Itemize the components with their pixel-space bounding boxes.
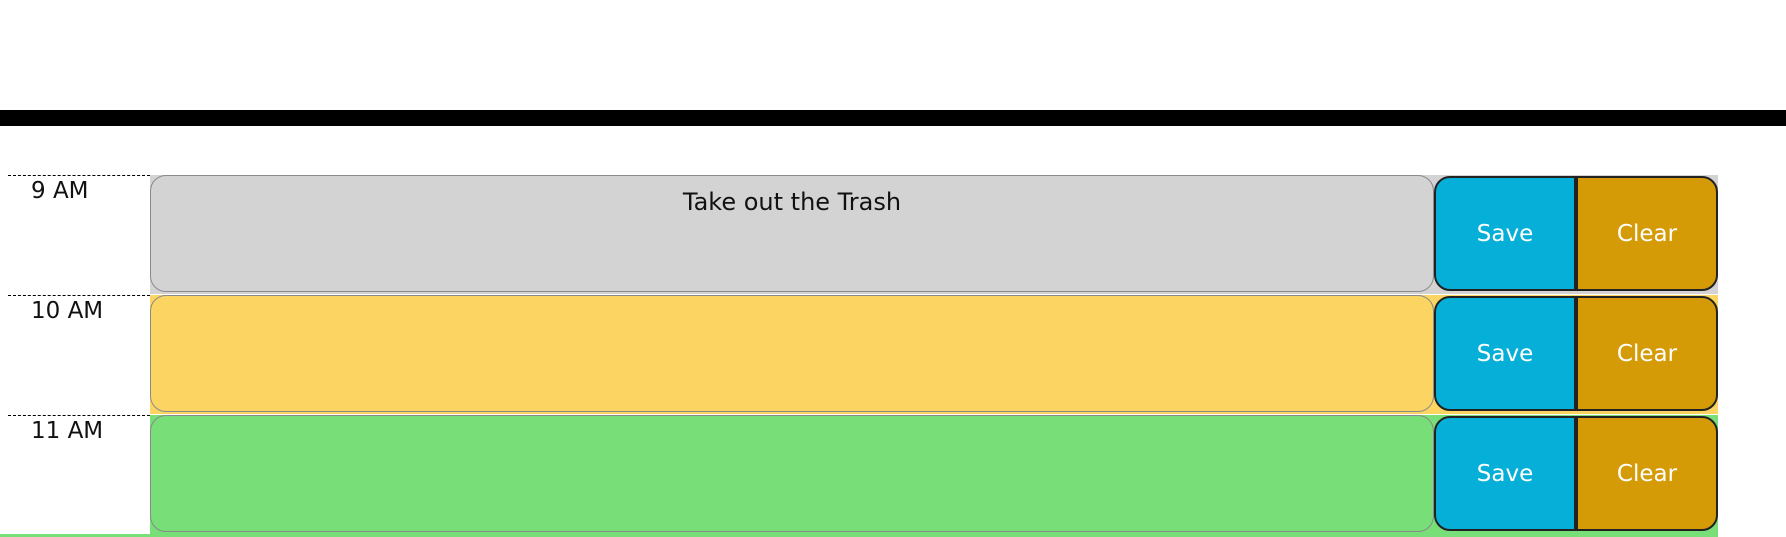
- clear-button[interactable]: Clear: [1576, 296, 1718, 411]
- day-planner: 9 AM Take out the Trash Save Clear 10 AM…: [0, 175, 1786, 537]
- header-divider: [0, 110, 1786, 126]
- time-block-9am: 9 AM Take out the Trash Save Clear: [0, 175, 1786, 295]
- save-button[interactable]: Save: [1434, 296, 1576, 411]
- save-button[interactable]: Save: [1434, 176, 1576, 291]
- hour-label: 9 AM: [8, 175, 150, 294]
- task-textarea[interactable]: [150, 295, 1434, 412]
- task-textarea[interactable]: [150, 415, 1434, 532]
- hour-label: 10 AM: [8, 295, 150, 414]
- time-block-11am: 11 AM Save Clear: [0, 415, 1786, 537]
- page-header: [0, 0, 1786, 110]
- save-button[interactable]: Save: [1434, 416, 1576, 531]
- time-block-10am: 10 AM Save Clear: [0, 295, 1786, 415]
- clear-button[interactable]: Clear: [1576, 416, 1718, 531]
- hour-label: 11 AM: [8, 415, 150, 534]
- task-textarea[interactable]: Take out the Trash: [150, 175, 1434, 292]
- clear-button[interactable]: Clear: [1576, 176, 1718, 291]
